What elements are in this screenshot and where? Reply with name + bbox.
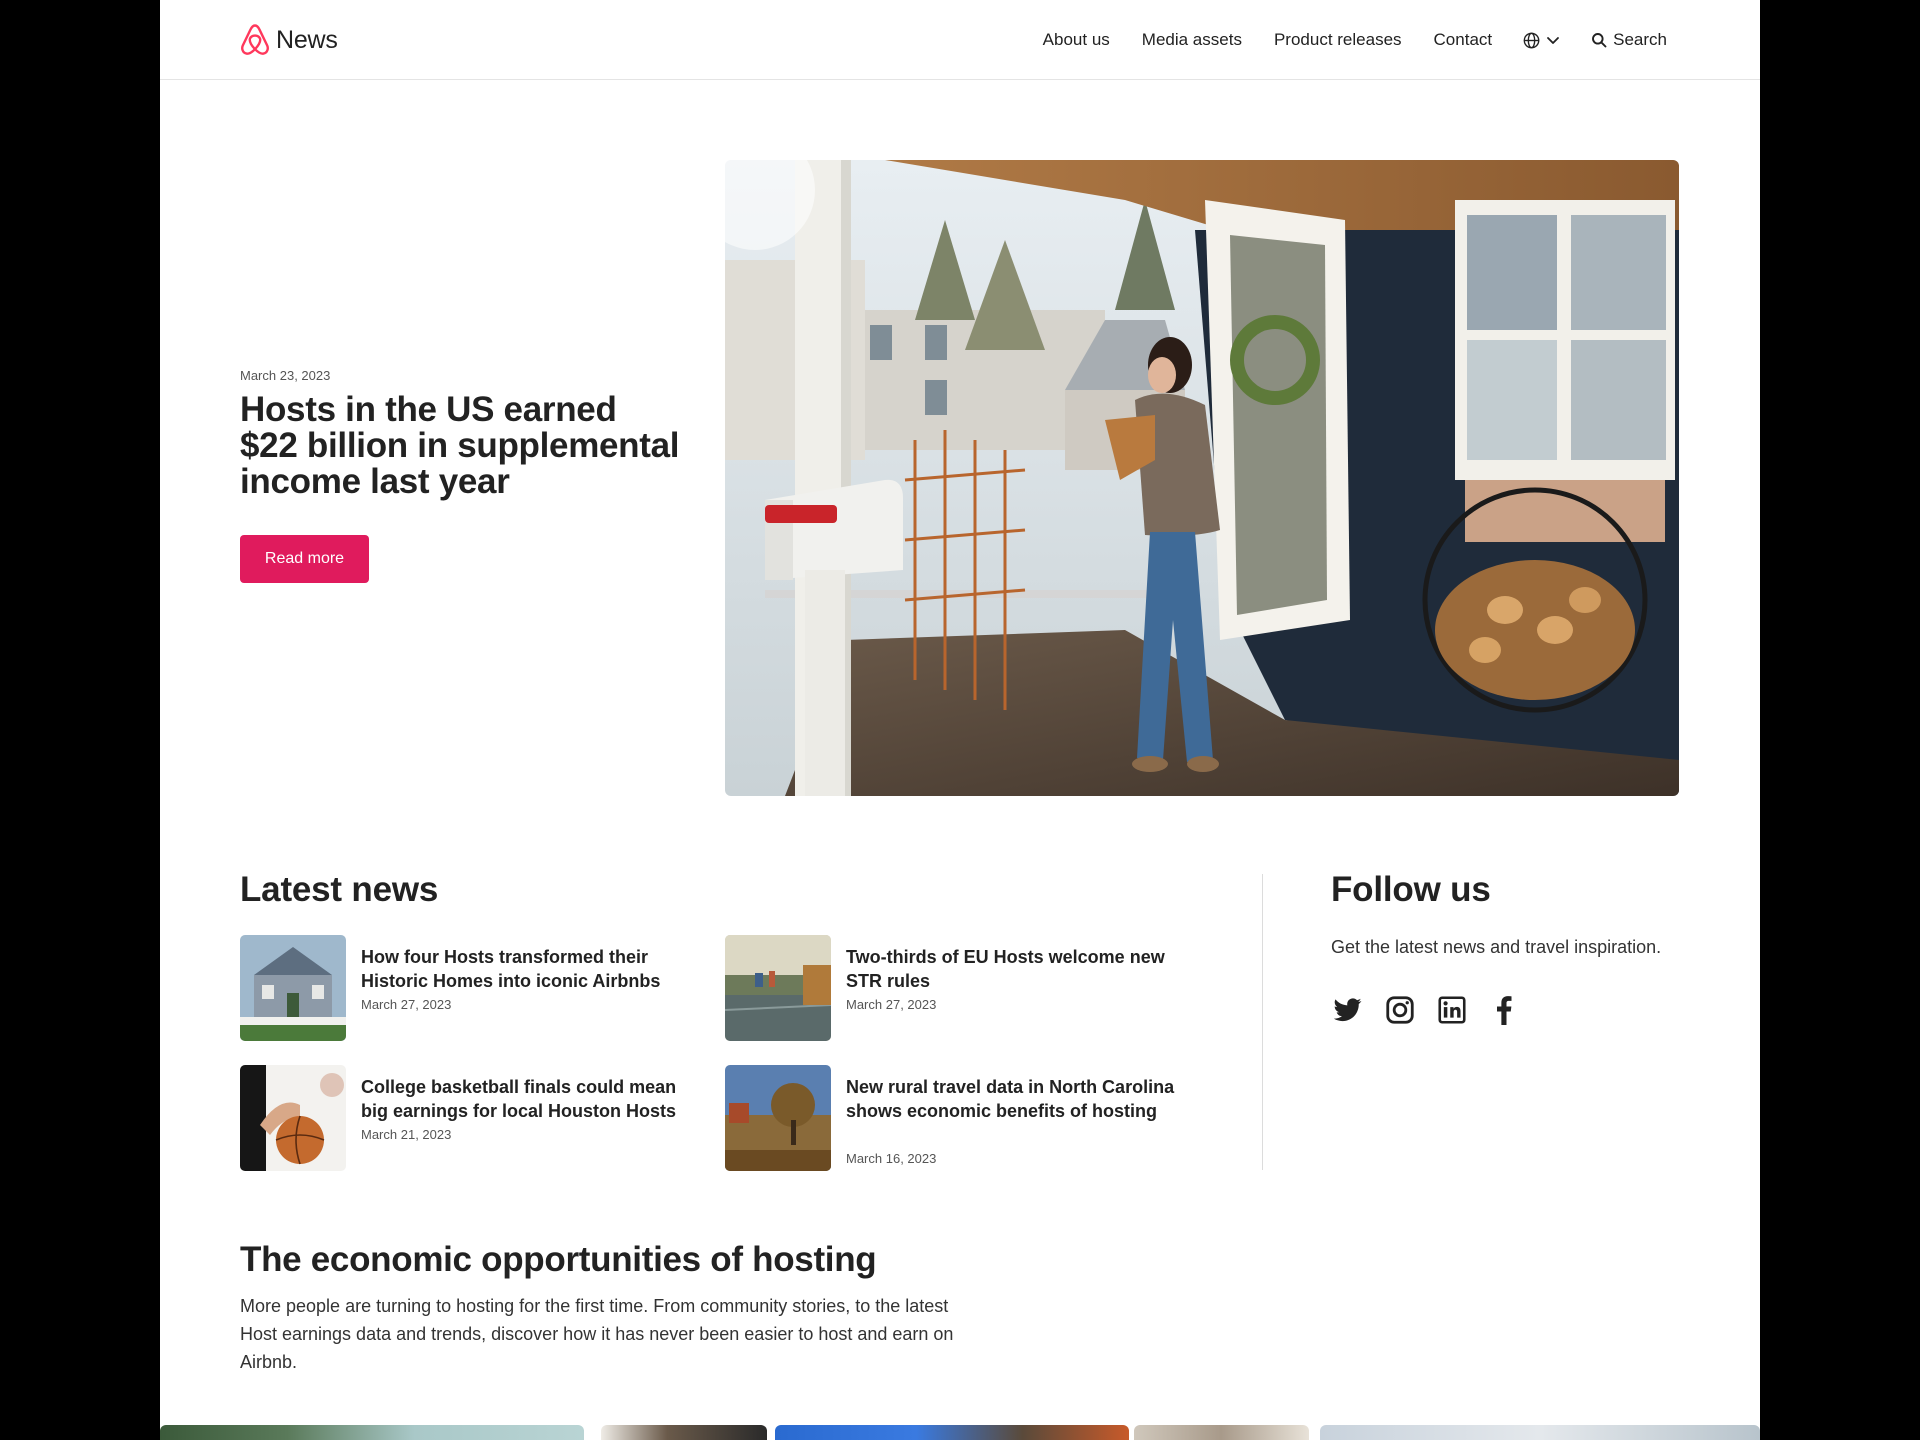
carousel-image[interactable] [775, 1425, 1129, 1440]
nav-about-us[interactable]: About us [1043, 30, 1110, 50]
brand-logo[interactable]: News [239, 23, 338, 57]
news-title: How four Hosts transformed their Histori… [361, 947, 661, 991]
instagram-icon[interactable] [1383, 993, 1417, 1027]
news-item-houston-basketball[interactable]: College basketball finals could mean big… [240, 1065, 680, 1171]
nav-contact[interactable]: Contact [1434, 30, 1493, 50]
brand-name: News [276, 25, 338, 54]
news-thumbnail [725, 1065, 831, 1171]
linkedin-icon[interactable] [1435, 993, 1469, 1027]
news-thumbnail [240, 1065, 346, 1171]
economic-opportunities-heading: The economic opportunities of hosting [240, 1240, 877, 1279]
section-divider [1262, 874, 1263, 1170]
read-more-button[interactable]: Read more [240, 535, 369, 583]
news-thumbnail [240, 935, 346, 1041]
news-title: Two-thirds of EU Hosts welcome new STR r… [846, 947, 1165, 991]
news-item-historic-homes[interactable]: How four Hosts transformed their Histori… [240, 935, 680, 1041]
carousel-image[interactable] [1320, 1425, 1760, 1440]
news-date: March 16, 2023 [846, 1151, 937, 1166]
hero-image[interactable] [725, 160, 1679, 796]
globe-icon [1523, 32, 1540, 48]
story-carousel[interactable] [160, 1425, 1760, 1440]
main-nav: About us Media assets Product releases C… [1043, 27, 1667, 53]
economic-opportunities-text: More people are turning to hosting for t… [240, 1296, 954, 1372]
hero-title[interactable]: Hosts in the US earned $22 billion in su… [240, 392, 680, 500]
carousel-image[interactable] [160, 1425, 584, 1440]
nav-media-assets[interactable]: Media assets [1142, 30, 1242, 50]
social-links [1331, 993, 1539, 1027]
hero-text: March 23, 2023 Hosts in the US earned $2… [240, 368, 680, 500]
site-header: News About us Media assets Product relea… [160, 0, 1760, 80]
news-date: March 27, 2023 [361, 997, 452, 1012]
latest-news-heading: Latest news [240, 870, 439, 909]
carousel-image[interactable] [601, 1425, 767, 1440]
news-date: March 27, 2023 [846, 997, 937, 1012]
twitter-icon[interactable] [1331, 993, 1365, 1027]
news-item-north-carolina[interactable]: New rural travel data in North Carolina … [725, 1065, 1174, 1171]
hero-date: March 23, 2023 [240, 368, 331, 383]
chevron-down-icon [1547, 37, 1560, 44]
news-title: New rural travel data in North Carolina … [846, 1077, 1175, 1121]
follow-us-heading: Follow us [1331, 870, 1491, 909]
carousel-image[interactable] [1134, 1425, 1309, 1440]
search-label: Search [1613, 30, 1667, 49]
follow-us-text: Get the latest news and travel inspirati… [1331, 937, 1662, 957]
language-selector[interactable] [1523, 32, 1561, 49]
news-item-eu-str-rules[interactable]: Two-thirds of EU Hosts welcome new STR r… [725, 935, 1165, 1041]
facebook-icon[interactable] [1487, 993, 1521, 1027]
news-thumbnail [725, 935, 831, 1041]
hero-photo [725, 160, 1679, 796]
airbnb-logo-icon [241, 24, 269, 55]
news-date: March 21, 2023 [361, 1127, 452, 1142]
nav-product-releases[interactable]: Product releases [1274, 30, 1402, 50]
search-icon [1592, 33, 1607, 48]
page: News About us Media assets Product relea… [160, 0, 1760, 1440]
news-title: College basketball finals could mean big… [361, 1077, 677, 1121]
search-button[interactable]: Search [1591, 30, 1667, 50]
